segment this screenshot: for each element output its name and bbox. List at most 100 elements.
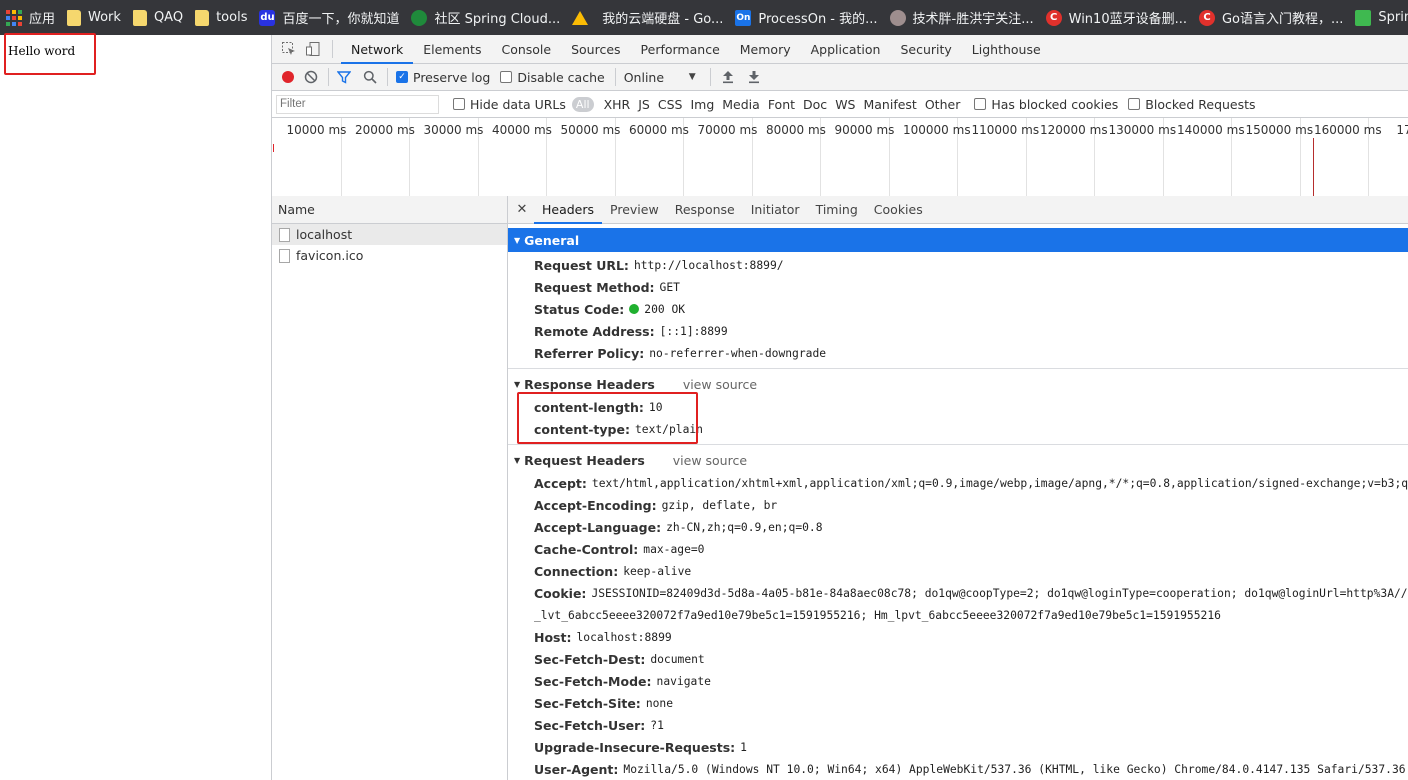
- device-toolbar-icon[interactable]: [302, 38, 324, 60]
- record-button[interactable]: [282, 71, 294, 83]
- filter-type-css[interactable]: CSS: [654, 97, 687, 112]
- header-value: none: [645, 696, 674, 710]
- divider: [614, 68, 616, 86]
- header-value: zh-CN,zh;q=0.9,en;q=0.8: [666, 520, 823, 534]
- request-row[interactable]: favicon.ico: [272, 245, 507, 266]
- clear-icon[interactable]: [302, 68, 320, 86]
- request-headers-section-header[interactable]: ▼ Request Headers view source: [508, 448, 1408, 472]
- filter-icon[interactable]: [335, 68, 353, 86]
- tab-lighthouse[interactable]: Lighthouse: [962, 35, 1051, 64]
- tab-console[interactable]: Console: [491, 35, 561, 64]
- filter-input[interactable]: [276, 94, 439, 114]
- spring-icon: [411, 9, 428, 26]
- bookmark-baidu[interactable]: du 百度一下，你就知道: [253, 0, 405, 35]
- timeline-tick-label: 17000: [1396, 123, 1408, 137]
- header-row: Sec-Fetch-Mode: navigate: [508, 670, 1408, 692]
- google-drive-icon: [572, 10, 589, 25]
- expand-triangle-icon: ▼: [514, 235, 521, 245]
- checkbox-icon: [1128, 98, 1141, 110]
- tab-headers[interactable]: Headers: [534, 196, 603, 224]
- header-value: text/html,application/xhtml+xml,applicat…: [591, 476, 1408, 490]
- tab-elements[interactable]: Elements: [413, 35, 491, 64]
- processon-icon: On: [735, 9, 752, 26]
- header-row: Host: localhost:8899: [508, 626, 1408, 648]
- tab-application[interactable]: Application: [801, 35, 891, 64]
- close-icon[interactable]: ✕: [510, 202, 534, 217]
- general-section-header[interactable]: ▼ General: [508, 228, 1408, 252]
- timeline-tick-label: 10000 ms: [286, 123, 347, 137]
- tab-initiator[interactable]: Initiator: [743, 196, 808, 224]
- tab-network[interactable]: Network: [341, 35, 414, 64]
- baidu-icon: du: [259, 9, 276, 26]
- divider: [508, 368, 1408, 369]
- hide-data-urls-checkbox[interactable]: Hide data URLs: [453, 97, 566, 112]
- filter-type-font[interactable]: Font: [764, 97, 799, 112]
- preserve-log-label: Preserve log: [413, 69, 491, 85]
- bookmark-folder-tools[interactable]: tools: [189, 0, 253, 35]
- tab-security[interactable]: Security: [890, 35, 961, 64]
- tab-timing[interactable]: Timing: [808, 196, 866, 224]
- search-icon[interactable]: [361, 68, 379, 86]
- filter-type-all[interactable]: All: [571, 96, 594, 112]
- filter-type-other[interactable]: Other: [921, 97, 965, 112]
- divider: [387, 68, 388, 86]
- header-value: localhost:8899: [576, 630, 672, 644]
- view-source-link[interactable]: view source: [673, 453, 747, 468]
- bookmark-folder-qaq[interactable]: QAQ: [127, 0, 189, 35]
- bookmark-label: Work: [88, 10, 121, 25]
- view-source-link[interactable]: view source: [683, 377, 757, 392]
- request-row[interactable]: localhost: [272, 224, 507, 245]
- filter-type-img[interactable]: Img: [686, 97, 718, 112]
- inspect-element-icon[interactable]: [278, 38, 300, 60]
- annotation-highlight-box: [4, 33, 96, 75]
- tab-performance[interactable]: Performance: [631, 35, 730, 64]
- preserve-log-checkbox[interactable]: ✓ Preserve log: [396, 70, 490, 85]
- bookmark-apps[interactable]: 应用: [0, 0, 61, 35]
- bookmark-spring-cloud[interactable]: 社区 Spring Cloud...: [405, 0, 566, 35]
- bookmark-label: 百度一下，你就知道: [282, 12, 400, 27]
- filter-type-manifest[interactable]: Manifest: [859, 97, 920, 112]
- header-key: Connection:: [534, 563, 619, 579]
- filter-type-xhr[interactable]: XHR: [600, 97, 635, 112]
- tab-memory[interactable]: Memory: [730, 35, 801, 64]
- header-key: Accept-Encoding:: [534, 497, 657, 513]
- timeline-tick-label: 80000 ms: [766, 123, 826, 137]
- bookmark-spring[interactable]: Sprin: [1349, 0, 1408, 35]
- bookmark-processon[interactable]: On ProcessOn - 我的...: [729, 0, 883, 35]
- section-title: Request Headers: [524, 452, 645, 468]
- import-har-icon[interactable]: [719, 68, 737, 86]
- bookmark-win10-bluetooth[interactable]: C Win10蓝牙设备删...: [1040, 0, 1193, 35]
- bookmark-google-drive[interactable]: 我的云端硬盘 - Go...: [566, 0, 729, 35]
- header-key: Status Code:: [534, 301, 625, 317]
- bookmarks-bar: 应用 Work QAQ tools du 百度一下，你就知道 社区 Spring…: [0, 0, 1408, 35]
- timeline-tick-label: 20000 ms: [355, 123, 415, 137]
- tab-sources[interactable]: Sources: [561, 35, 630, 64]
- has-blocked-cookies-checkbox[interactable]: Has blocked cookies: [974, 97, 1118, 112]
- timeline-tick-label: 100000 ms: [903, 123, 971, 137]
- filter-type-doc[interactable]: Doc: [799, 97, 831, 112]
- throttling-select[interactable]: Online ▼: [624, 70, 696, 85]
- requests-list: Name localhost favicon.ico: [272, 196, 508, 780]
- name-column-header[interactable]: Name: [272, 196, 507, 224]
- disable-cache-label: Disable cache: [517, 69, 605, 85]
- bookmark-go-tutorial[interactable]: C Go语言入门教程，...: [1193, 0, 1349, 35]
- tab-response[interactable]: Response: [667, 196, 743, 224]
- disable-cache-checkbox[interactable]: Disable cache: [500, 69, 605, 85]
- header-row: User-Agent: Mozilla/5.0 (Windows NT 10.0;…: [508, 758, 1408, 780]
- filter-type-media[interactable]: Media: [718, 97, 764, 112]
- devtools-tabbar: Network Elements Console Sources Perform…: [272, 35, 1408, 64]
- bookmark-jishupang[interactable]: 技术胖-胜洪宇关注...: [884, 0, 1040, 35]
- bookmark-folder-work[interactable]: Work: [61, 0, 127, 35]
- tab-cookies[interactable]: Cookies: [866, 196, 931, 224]
- export-har-icon[interactable]: [745, 68, 763, 86]
- header-value: Mozilla/5.0 (Windows NT 10.0; Win64; x64…: [623, 762, 1406, 776]
- filter-type-js[interactable]: JS: [634, 97, 654, 112]
- header-row: Accept: text/html,application/xhtml+xml,a…: [508, 472, 1408, 494]
- header-value: max-age=0: [643, 542, 705, 556]
- network-overview-timeline[interactable]: 10000 ms 20000 ms 30000 ms 40000 ms 50000 ms…: [272, 118, 1408, 197]
- filter-type-ws[interactable]: WS: [831, 97, 859, 112]
- timeline-tick-label: 50000 ms: [560, 123, 621, 137]
- bookmark-label: Win10蓝牙设备删...: [1068, 12, 1187, 27]
- blocked-requests-checkbox[interactable]: Blocked Requests: [1128, 97, 1256, 112]
- tab-preview[interactable]: Preview: [602, 196, 667, 224]
